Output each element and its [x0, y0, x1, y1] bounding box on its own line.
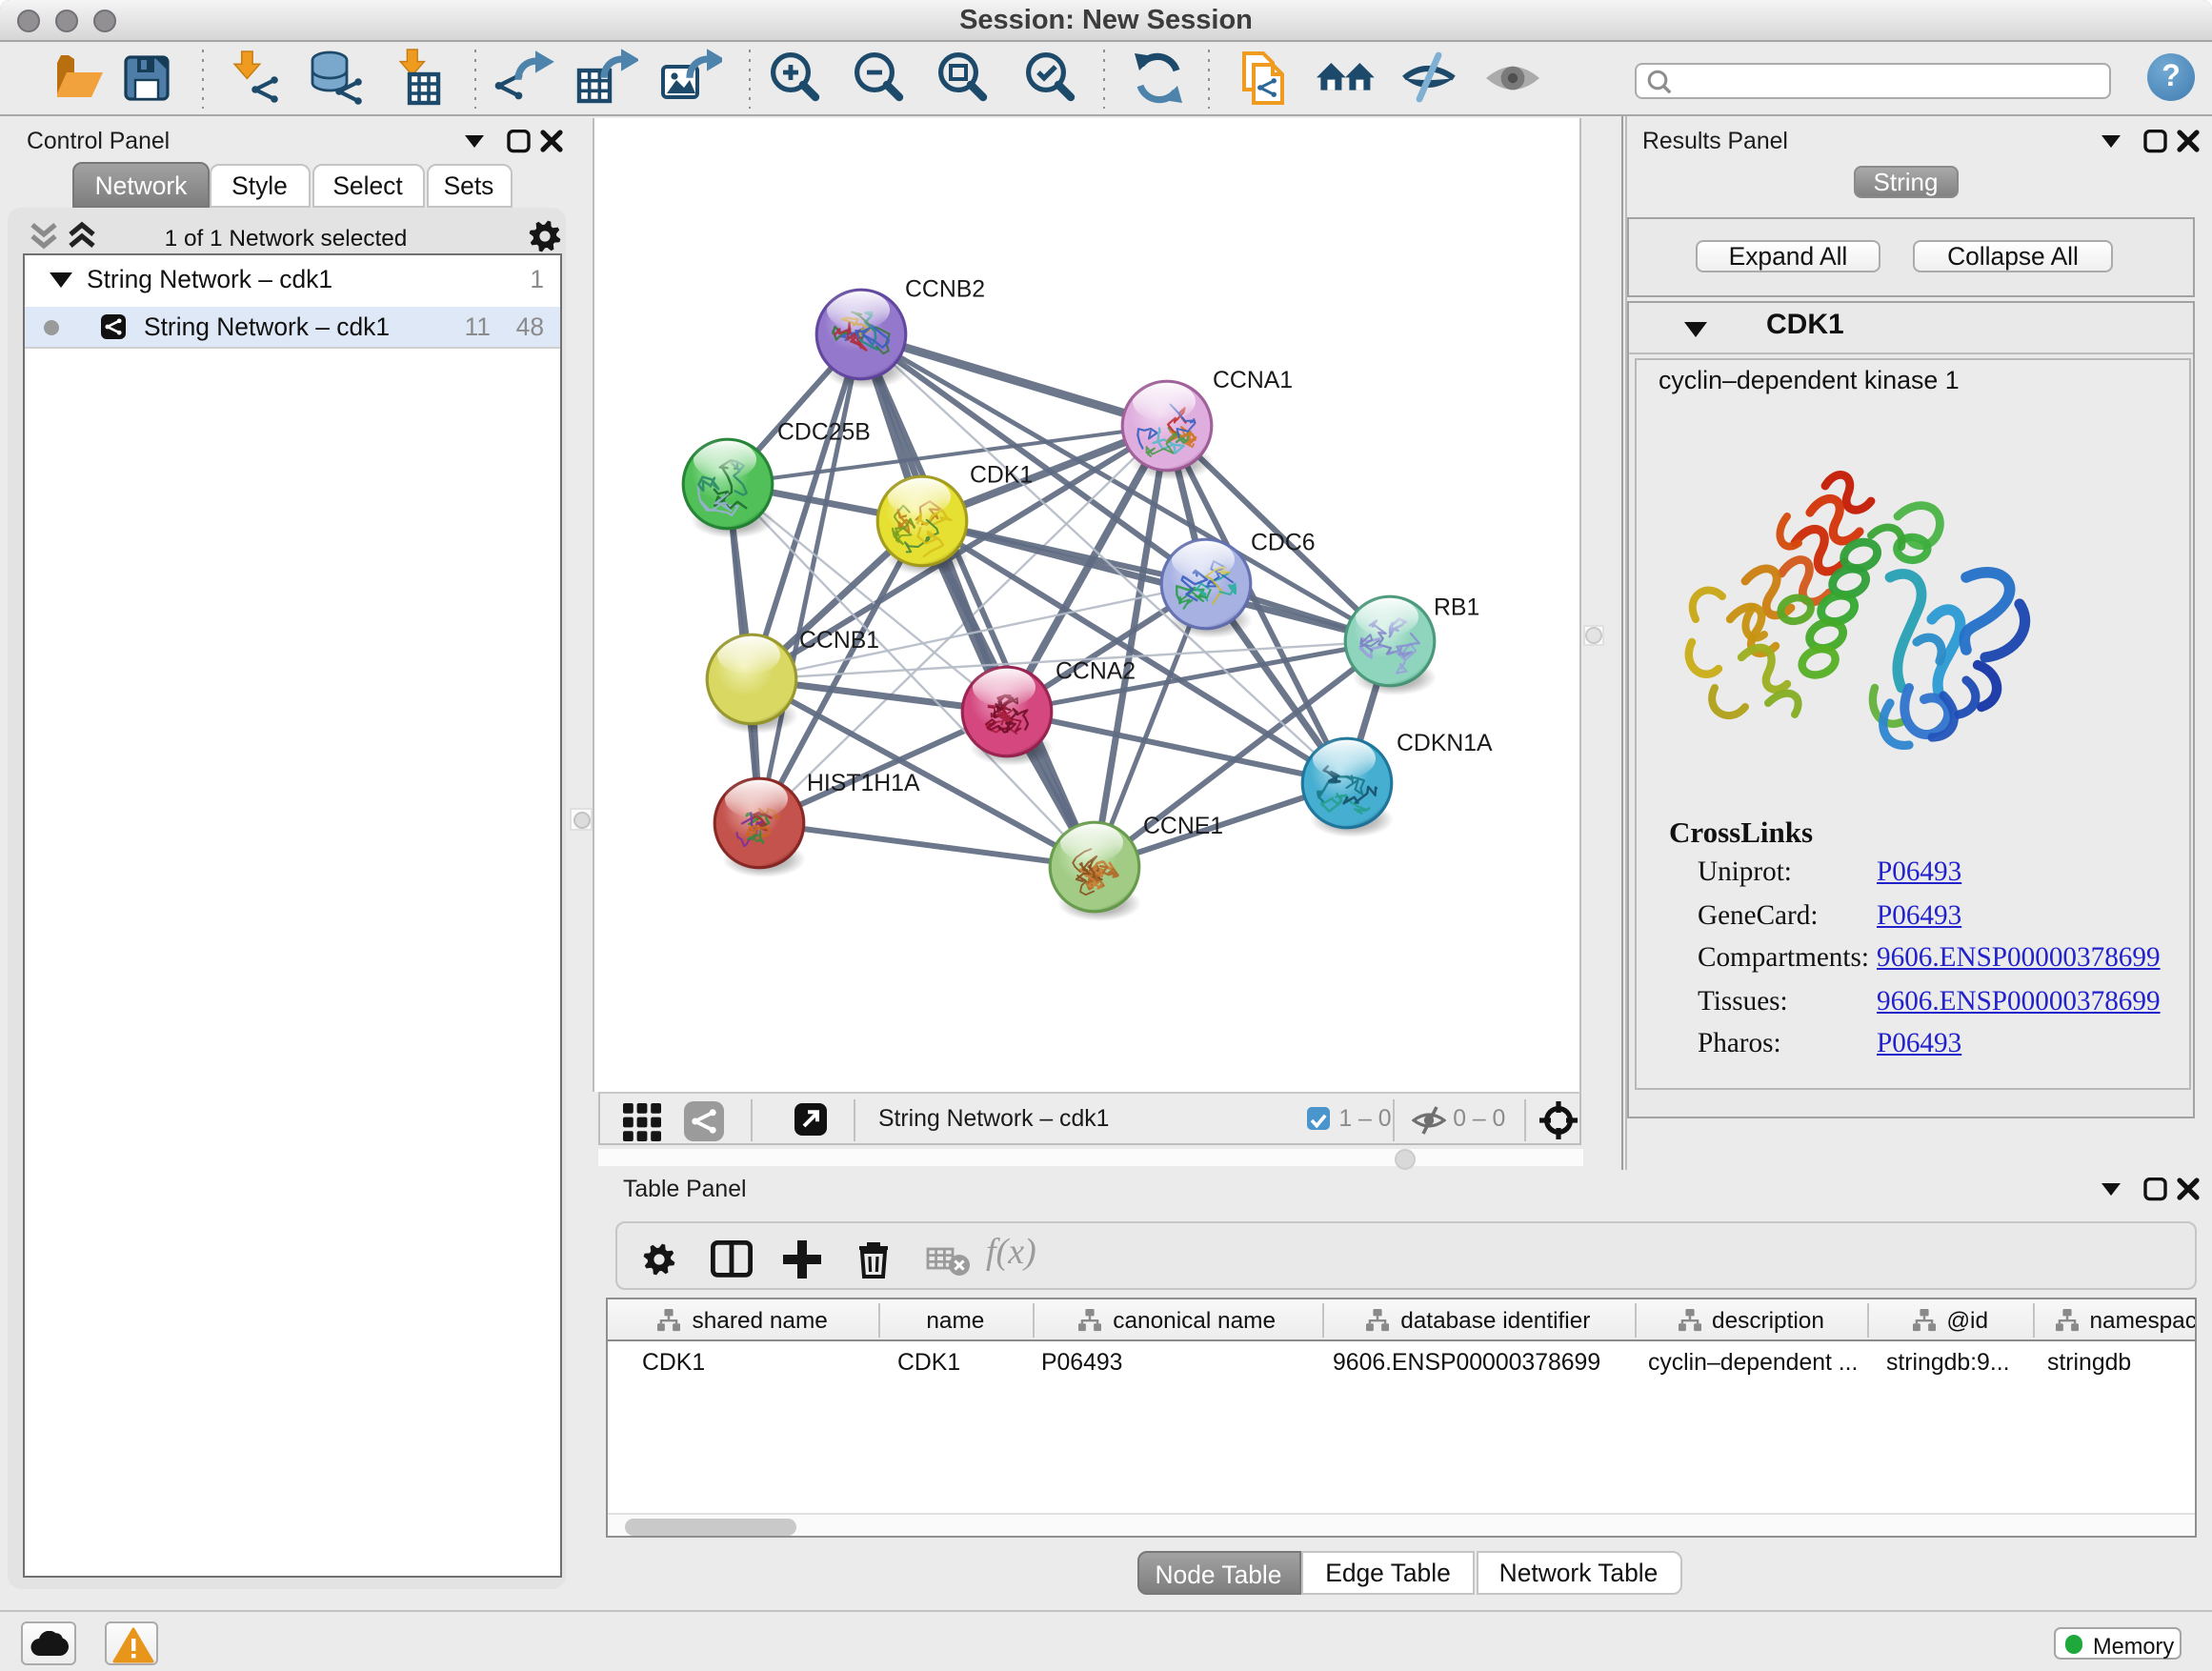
- svg-text:CDK1: CDK1: [970, 462, 1033, 488]
- svg-text:CDKN1A: CDKN1A: [1397, 730, 1493, 755]
- svg-text:HIST1H1A: HIST1H1A: [807, 770, 920, 795]
- svg-text:CCNB1: CCNB1: [799, 627, 879, 653]
- svg-text:CCNA2: CCNA2: [1056, 658, 1136, 684]
- svg-text:CDC6: CDC6: [1251, 530, 1316, 555]
- svg-text:CCNA1: CCNA1: [1213, 367, 1293, 393]
- svg-text:CCNB2: CCNB2: [905, 276, 985, 302]
- svg-text:RB1: RB1: [1434, 594, 1479, 620]
- svg-text:CDC25B: CDC25B: [777, 419, 871, 445]
- svg-text:CCNE1: CCNE1: [1143, 813, 1223, 838]
